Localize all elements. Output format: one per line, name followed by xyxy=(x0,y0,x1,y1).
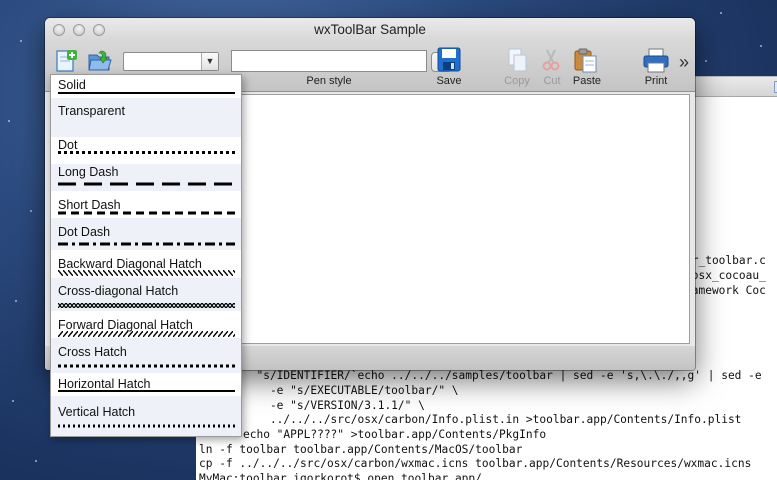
forward-hatch-line-sample xyxy=(58,331,235,337)
list-item-label: Solid xyxy=(58,78,86,92)
new-document-icon[interactable] xyxy=(54,49,78,73)
pen-style-dropdown-list[interactable]: Solid Transparent Dot Long Dash Short Da… xyxy=(50,74,242,437)
terminal-line: echo "APPL????" >toolbar.app/Contents/Pk… xyxy=(243,428,547,441)
list-item-dot[interactable]: Dot xyxy=(51,137,241,164)
list-item-label: Long Dash xyxy=(58,165,119,179)
list-item-forward-diagonal-hatch[interactable]: Forward Diagonal Hatch xyxy=(51,311,241,338)
dot-line-sample xyxy=(58,151,235,154)
terminal-line: MyMac:toolbar igorkorot$ open toolbar.ap… xyxy=(199,472,482,480)
terminal-line: ln -f toolbar toolbar.app/Contents/MacOS… xyxy=(199,443,523,456)
cut-icon xyxy=(542,49,560,71)
solid-line-sample xyxy=(58,92,235,94)
cross-diagonal-hatch-line-sample xyxy=(58,303,235,308)
paste-button-label[interactable]: Paste xyxy=(569,75,605,87)
list-item-label: Dot xyxy=(58,138,78,152)
pen-style-combo[interactable]: ▼ xyxy=(231,50,452,72)
list-item-label: Backward Diagonal Hatch xyxy=(58,257,202,271)
long-dash-line-sample xyxy=(58,182,235,186)
backward-hatch-line-sample xyxy=(58,270,235,276)
window-title: wxToolBar Sample xyxy=(314,22,426,37)
print-button-label[interactable]: Print xyxy=(639,75,673,87)
cut-button-label: Cut xyxy=(543,75,561,87)
toolbar-overflow-icon[interactable]: » xyxy=(675,52,693,73)
list-item-label: Dot Dash xyxy=(58,225,111,239)
list-item-backward-diagonal-hatch[interactable]: Backward Diagonal Hatch xyxy=(51,250,241,278)
list-item-label: Cross Hatch xyxy=(58,345,127,359)
list-item-label: Short Dash xyxy=(58,198,121,212)
print-icon[interactable] xyxy=(643,48,669,74)
open-folder-icon[interactable] xyxy=(87,49,113,73)
list-item-transparent[interactable]: Transparent xyxy=(51,98,241,137)
copy-button-label: Copy xyxy=(504,75,530,87)
terminal-line: cp -f ../../../src/osx/carbon/wxmac.icns… xyxy=(199,457,752,470)
chevron-down-icon[interactable]: ▼ xyxy=(201,53,218,70)
list-item-cross-hatch[interactable]: Cross Hatch xyxy=(51,338,241,373)
list-item-dot-dash[interactable]: Dot Dash xyxy=(51,218,241,250)
terminal-line: -e "s/EXECUTABLE/toolbar/" \ xyxy=(243,384,459,397)
list-item-label: Forward Diagonal Hatch xyxy=(58,318,193,332)
list-item-label: Transparent xyxy=(58,104,125,118)
list-item-short-dash[interactable]: Short Dash xyxy=(51,191,241,218)
terminal-fragment: _osx_cocoau_ xyxy=(685,269,766,282)
vertical-hatch-line-sample xyxy=(58,424,235,428)
terminal-fragment: ar_toolbar.c xyxy=(685,254,766,267)
save-button-label[interactable]: Save xyxy=(429,75,469,87)
list-item-long-dash[interactable]: Long Dash xyxy=(51,164,241,191)
list-item-horizontal-hatch[interactable]: Horizontal Hatch xyxy=(51,373,241,396)
copy-icon xyxy=(508,48,527,72)
horizontal-hatch-line-sample xyxy=(58,390,235,392)
title-bar: wxToolBar Sample xyxy=(45,18,695,42)
toolbar-combo-box[interactable]: ▼ xyxy=(123,52,219,71)
list-item-label: Cross-diagonal Hatch xyxy=(58,284,179,298)
paste-icon[interactable] xyxy=(573,47,599,73)
list-item-cross-diagonal-hatch[interactable]: Cross-diagonal Hatch xyxy=(51,278,241,311)
save-icon[interactable] xyxy=(437,47,461,73)
list-item-vertical-hatch[interactable]: Vertical Hatch xyxy=(51,396,241,436)
pen-style-label: Pen style xyxy=(306,75,352,87)
cross-hatch-line-sample xyxy=(58,364,235,368)
list-item-solid[interactable]: Solid xyxy=(51,75,241,98)
list-item-label: Horizontal Hatch xyxy=(58,377,151,391)
terminal-line: "s/IDENTIFIER/`echo ../../../samples/too… xyxy=(243,369,762,382)
short-dash-line-sample xyxy=(58,211,235,215)
terminal-fragment: ramework Coc xyxy=(685,284,766,297)
terminal-line: -e "s/VERSION/3.1.1/" \ xyxy=(243,399,425,412)
terminal-line: ../../../src/osx/carbon/Info.plist.in >t… xyxy=(243,413,742,426)
dot-dash-line-sample xyxy=(58,242,235,246)
list-item-label: Vertical Hatch xyxy=(58,405,136,419)
